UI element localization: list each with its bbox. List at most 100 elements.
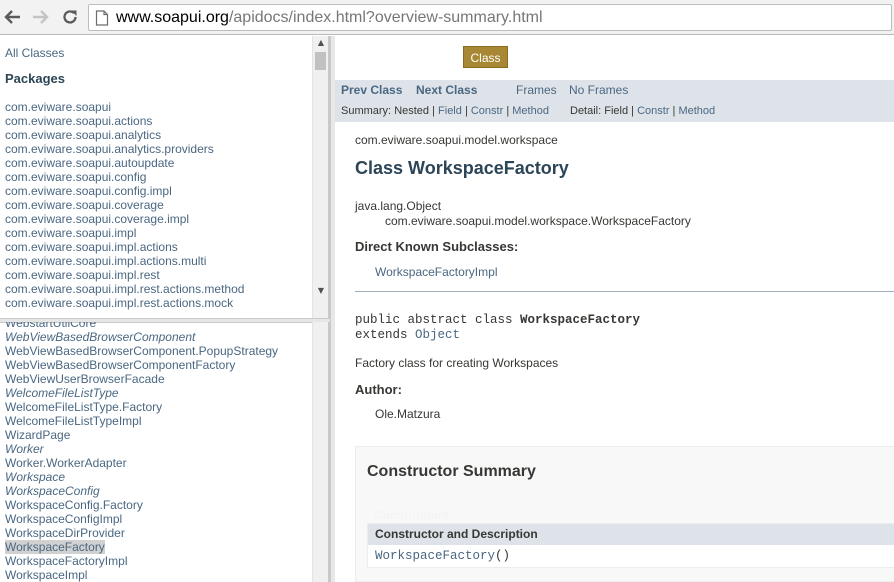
summary-label: Summary:	[341, 105, 392, 117]
detail-method-link[interactable]: Method	[678, 105, 715, 117]
list-item: com.eviware.soapui.analytics	[5, 128, 244, 142]
class-list: WebstartUtilCore WebViewBasedBrowserCompo…	[5, 322, 278, 582]
superclass-link[interactable]: Object	[415, 328, 460, 342]
class-link[interactable]: WebstartUtilCore	[5, 322, 96, 330]
class-link[interactable]: Worker	[5, 442, 44, 456]
class-link[interactable]: WebViewBasedBrowserComponent.PopupStrate…	[5, 344, 278, 358]
reload-button[interactable]	[59, 6, 81, 28]
frames-link[interactable]: Frames	[516, 83, 557, 97]
back-button[interactable]	[2, 6, 24, 28]
all-classes-link[interactable]: All Classes	[5, 46, 64, 60]
class-link[interactable]: WelcomeFileListType.Factory	[5, 400, 162, 414]
list-item: WebstartUtilCore	[5, 322, 278, 330]
list-item: com.eviware.soapui.impl.actions.multi	[5, 254, 244, 268]
constructor-summary-heading: Constructor Summary	[367, 463, 536, 480]
subclass-link[interactable]: WorkspaceFactoryImpl	[375, 265, 497, 279]
package-link[interactable]: com.eviware.soapui.coverage	[5, 198, 164, 212]
forward-arrow-icon	[33, 10, 49, 24]
package-link[interactable]: com.eviware.soapui.autoupdate	[5, 156, 174, 170]
package-link[interactable]: com.eviware.soapui.impl.rest.actions.moc…	[5, 296, 233, 310]
summary-constr-link[interactable]: Constr	[471, 105, 503, 117]
list-item: com.eviware.soapui	[5, 100, 244, 114]
package-link[interactable]: com.eviware.soapui.coverage.impl	[5, 212, 189, 226]
package-link[interactable]: com.eviware.soapui.config	[5, 170, 146, 184]
class-link[interactable]: WorkspaceDirProvider	[5, 526, 125, 540]
inheritance-root: java.lang.Object	[355, 199, 442, 213]
scroll-up-arrow-icon[interactable]: ▲	[313, 36, 328, 50]
list-item: com.eviware.soapui.impl	[5, 226, 244, 240]
packages-scroll-thumb[interactable]	[315, 52, 326, 70]
class-link[interactable]: WelcomeFileListTypeImpl	[5, 414, 142, 428]
summary-field-link[interactable]: Field	[438, 105, 462, 117]
address-bar[interactable]: www.soapui.org/apidocs/index.html?overvi…	[88, 4, 892, 31]
class-description: Factory class for creating Workspaces	[355, 356, 559, 370]
package-link[interactable]: com.eviware.soapui.impl.actions.multi	[5, 254, 206, 268]
package-link[interactable]: com.eviware.soapui.analytics	[5, 128, 161, 142]
list-item: WelcomeFileListType.Factory	[5, 400, 278, 414]
class-link[interactable]: WizardPage	[5, 428, 70, 442]
package-list: com.eviware.soapui com.eviware.soapui.act…	[5, 100, 244, 310]
constructor-table-header: Constructor and Description	[368, 524, 894, 545]
packages-scrollbar[interactable]: ▲ ▼	[312, 36, 328, 319]
class-link[interactable]: WorkspaceConfig.Factory	[5, 498, 143, 512]
list-item: com.eviware.soapui.coverage	[5, 198, 244, 212]
no-frames-link[interactable]: No Frames	[569, 83, 628, 97]
classes-scroll-track[interactable]	[315, 322, 326, 582]
class-link[interactable]: WorkspaceConfigImpl	[5, 512, 122, 526]
list-item: com.eviware.soapui.coverage.impl	[5, 212, 244, 226]
package-link[interactable]: com.eviware.soapui.analytics.providers	[5, 142, 214, 156]
class-extends: extends Object	[355, 328, 460, 342]
url-path: /apidocs/index.html?overview-summary.htm…	[228, 9, 543, 26]
class-link[interactable]: WorkspaceConfig	[5, 484, 100, 498]
package-link[interactable]: com.eviware.soapui.actions	[5, 114, 152, 128]
list-item: WebViewBasedBrowserComponent	[5, 330, 278, 344]
prev-class-link[interactable]: Prev Class	[341, 83, 402, 97]
list-item: WebViewBasedBrowserComponentFactory	[5, 358, 278, 372]
package-link[interactable]: com.eviware.soapui.impl.rest.actions.met…	[5, 282, 244, 296]
back-arrow-icon	[4, 10, 20, 24]
list-item: Worker.WorkerAdapter	[5, 456, 278, 470]
package-label: com.eviware.soapui.model.workspace	[355, 133, 558, 147]
class-link[interactable]: WelcomeFileListType	[5, 386, 119, 400]
package-link[interactable]: com.eviware.soapui.impl.rest	[5, 268, 160, 282]
constructor-link[interactable]: WorkspaceFactory	[375, 549, 495, 563]
detail-field: Field	[604, 105, 629, 117]
detail-row: Detail: Field | Constr | Method	[570, 105, 716, 117]
list-item: com.eviware.soapui.impl.rest.actions.moc…	[5, 296, 244, 310]
class-link[interactable]: WebViewBasedBrowserComponentFactory	[5, 358, 235, 372]
direct-known-subclasses-heading: Direct Known Subclasses:	[355, 239, 519, 254]
extends-keyword: extends	[355, 328, 416, 342]
sub-navigation: Prev Class Next Class Frames No Frames S…	[335, 80, 894, 122]
classes-scrollbar[interactable]	[312, 322, 328, 582]
class-link[interactable]: Worker.WorkerAdapter	[5, 456, 127, 470]
next-class-link[interactable]: Next Class	[416, 83, 477, 97]
package-link[interactable]: com.eviware.soapui.impl	[5, 226, 136, 240]
package-link[interactable]: com.eviware.soapui.config.impl	[5, 184, 172, 198]
class-link-selected[interactable]: WorkspaceFactory	[5, 540, 105, 554]
summary-method-link[interactable]: Method	[512, 105, 549, 117]
scroll-down-arrow-icon[interactable]: ▼	[313, 284, 328, 298]
inheritance-class: com.eviware.soapui.model.workspace.Works…	[385, 214, 691, 228]
class-link[interactable]: WorkspaceImpl	[5, 568, 87, 582]
class-link[interactable]: WebViewBasedBrowserComponent	[5, 330, 195, 344]
package-link[interactable]: com.eviware.soapui	[5, 100, 111, 114]
list-item: WorkspaceFactoryImpl	[5, 554, 278, 568]
list-item: com.eviware.soapui.autoupdate	[5, 156, 244, 170]
packages-frame: All Classes Packages com.eviware.soapui c…	[0, 36, 330, 321]
list-item: com.eviware.soapui.impl.rest	[5, 268, 244, 282]
list-item: Workspace	[5, 470, 278, 484]
list-item: Worker	[5, 442, 278, 456]
package-link[interactable]: com.eviware.soapui.impl.actions	[5, 240, 178, 254]
detail-constr-link[interactable]: Constr	[637, 105, 669, 117]
forward-button[interactable]	[29, 6, 51, 28]
list-item: WorkspaceDirProvider	[5, 526, 278, 540]
class-link[interactable]: WorkspaceFactoryImpl	[5, 554, 127, 568]
class-link[interactable]: WebViewUserBrowserFacade	[5, 372, 165, 386]
page-icon	[95, 10, 109, 26]
summary-row: Summary: Nested | Field | Constr | Metho…	[341, 105, 549, 117]
class-frame: Class Prev Class Next Class Frames No Fr…	[335, 36, 894, 582]
packages-heading: Packages	[5, 71, 65, 86]
list-item: WorkspaceConfigImpl	[5, 512, 278, 526]
class-link[interactable]: Workspace	[5, 470, 65, 484]
list-item: com.eviware.soapui.impl.rest.actions.met…	[5, 282, 244, 296]
